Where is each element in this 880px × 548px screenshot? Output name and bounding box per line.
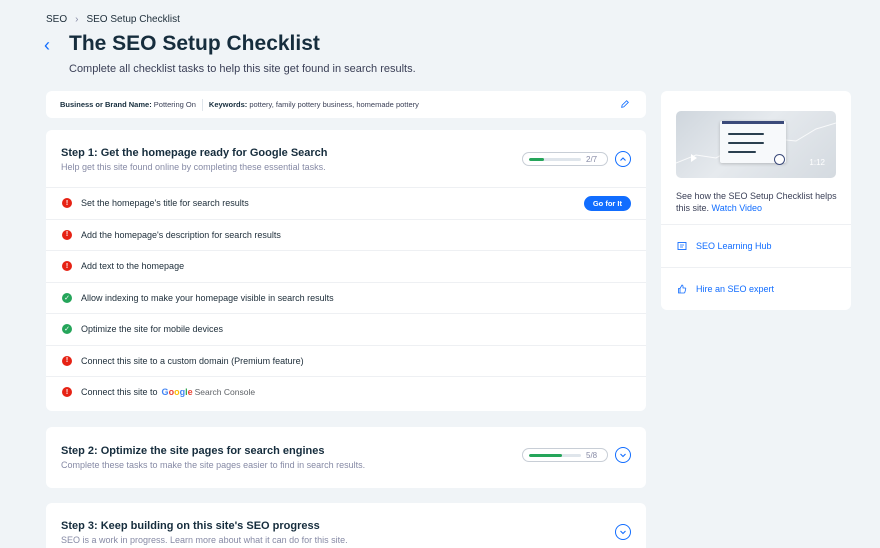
search-console-label: Search Console — [194, 387, 256, 398]
video-caption: See how the SEO Setup Checklist helps th… — [676, 190, 841, 214]
progress-track — [529, 157, 581, 161]
step1-card: Step 1: Get the homepage ready for Googl… — [46, 130, 646, 411]
task-label: Optimize the site for mobile devices — [81, 324, 224, 335]
divider — [201, 98, 203, 111]
task-row[interactable]: ✓ Allow indexing to make your homepage v… — [46, 281, 646, 314]
task-row[interactable]: ! Add text to the homepage — [46, 250, 646, 282]
hire-seo-expert-label: Hire an SEO expert — [696, 283, 775, 294]
task-row[interactable]: ! Set the homepage's title for search re… — [46, 187, 646, 219]
page-title: The SEO Setup Checklist — [69, 32, 320, 55]
hire-seo-expert-link[interactable]: Hire an SEO expert — [661, 267, 851, 309]
task-label: Connect this site to — [81, 387, 158, 398]
progress-fill — [529, 453, 562, 457]
chevron-right-icon: › — [75, 14, 79, 25]
step1-progress: 2/7 — [522, 152, 608, 166]
side-panel: 1:12 See how the SEO Setup Checklist hel… — [661, 91, 851, 310]
play-icon[interactable] — [691, 154, 697, 162]
task-label: Connect this site to a custom domain (Pr… — [81, 355, 304, 366]
thumbs-up-icon — [678, 284, 687, 293]
progress-fill — [529, 157, 544, 161]
task-row[interactable]: ! Connect this site to a custom domain (… — [46, 344, 646, 377]
back-arrow-icon[interactable]: ‹ — [44, 36, 58, 54]
checkmark-icon: ✓ — [62, 292, 72, 303]
task-label: Add text to the homepage — [81, 261, 185, 272]
brand-keywords-bar: Business or Brand Name: Pottering On Key… — [46, 91, 646, 118]
task-label: Set the homepage's title for search resu… — [81, 198, 249, 209]
book-icon — [677, 241, 687, 250]
seo-learning-hub-label: SEO Learning Hub — [696, 240, 772, 251]
step3-card: Step 3: Keep building on this site's SEO… — [46, 503, 646, 548]
task-row[interactable]: ✓ Optimize the site for mobile devices — [46, 313, 646, 345]
task-row[interactable]: ! Add the homepage's description for sea… — [46, 218, 646, 251]
breadcrumb-root[interactable]: SEO — [46, 14, 67, 25]
step3-header[interactable]: Step 3: Keep building on this site's SEO… — [46, 503, 646, 548]
breadcrumb-current: SEO Setup Checklist — [86, 14, 180, 25]
error-icon: ! — [62, 355, 72, 366]
video-duration: 1:12 — [809, 158, 825, 167]
progress-count: 5/8 — [586, 450, 598, 460]
step2-header[interactable]: Step 2: Optimize the site pages for sear… — [46, 427, 646, 484]
step2-progress: 5/8 — [522, 448, 608, 462]
step3-title: Step 3: Keep building on this site's SEO… — [61, 520, 320, 532]
keywords-value: pottery, family pottery business, homema… — [249, 100, 419, 109]
error-icon: ! — [62, 387, 72, 398]
watch-video-link[interactable]: Watch Video — [712, 203, 763, 213]
video-thumbnail[interactable]: 1:12 — [676, 111, 836, 178]
expand-chevron-down-icon[interactable] — [615, 447, 631, 463]
error-icon: ! — [62, 261, 72, 272]
step1-header: Step 1: Get the homepage ready for Googl… — [46, 130, 646, 187]
go-for-it-button[interactable]: Go for It — [583, 196, 631, 211]
error-icon: ! — [62, 229, 72, 240]
brand-name-label: Business or Brand Name: — [60, 100, 152, 109]
google-logo: Google — [161, 387, 193, 398]
step2-card: Step 2: Optimize the site pages for sear… — [46, 427, 646, 488]
brand-name-value: Pottering On — [153, 100, 196, 109]
pencil-icon[interactable] — [620, 99, 632, 111]
breadcrumb: SEO › SEO Setup Checklist — [46, 14, 180, 25]
step3-description: SEO is a work in progress. Learn more ab… — [61, 535, 348, 545]
progress-track — [529, 453, 581, 457]
task-row[interactable]: ! Connect this site to Google Search Con… — [46, 376, 646, 408]
checkmark-icon: ✓ — [62, 324, 72, 335]
seo-learning-hub-link[interactable]: SEO Learning Hub — [661, 224, 851, 266]
expand-chevron-down-icon[interactable] — [615, 524, 631, 540]
task-label: Add the homepage's description for searc… — [81, 229, 281, 240]
page-subtitle: Complete all checklist tasks to help thi… — [69, 63, 416, 75]
magnifier-icon — [774, 154, 785, 165]
collapse-chevron-up-icon[interactable] — [615, 151, 631, 167]
error-icon: ! — [62, 198, 72, 209]
task-label: Allow indexing to make your homepage vis… — [81, 292, 334, 303]
keywords-label: Keywords: — [208, 100, 248, 109]
progress-count: 2/7 — [586, 154, 598, 164]
